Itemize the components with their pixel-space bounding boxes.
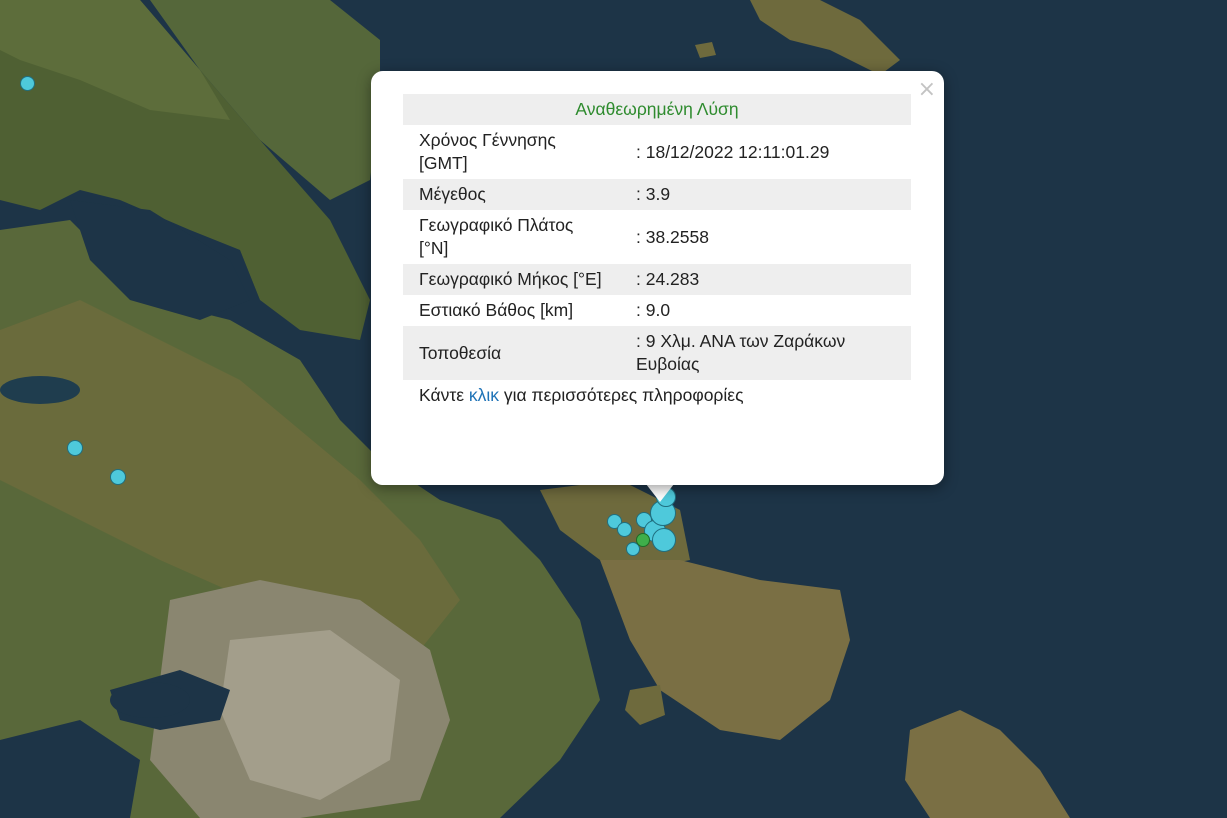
- earthquake-info-popup: × Αναθεωρημένη Λύση Χρόνος Γέννησης [GMT…: [371, 71, 944, 485]
- longitude-label: Γεωγραφικό Μήκος [°E]: [403, 264, 620, 295]
- info-row-origin-time: Χρόνος Γέννησης [GMT] : 18/12/2022 12:11…: [403, 125, 911, 179]
- depth-value: : 9.0: [636, 300, 671, 320]
- magnitude-value: : 3.9: [620, 179, 911, 210]
- close-icon[interactable]: ×: [918, 77, 936, 103]
- location-label: Τοποθεσία: [403, 326, 620, 380]
- origin-time-value: : 18/12/2022 12:11:01.29: [636, 141, 830, 162]
- earthquake-marker[interactable]: [20, 76, 35, 91]
- depth-label: Εστιακό Βάθος [km]: [419, 300, 574, 320]
- popup-tip: [646, 484, 674, 502]
- earthquake-marker[interactable]: [652, 528, 676, 552]
- map-view[interactable]: × Αναθεωρημένη Λύση Χρόνος Γέννησης [GMT…: [0, 0, 1227, 818]
- earthquake-info-table: Αναθεωρημένη Λύση Χρόνος Γέννησης [GMT] …: [403, 94, 911, 411]
- info-row-location: Τοποθεσία : 9 Χλμ. ΑΝΑ των Ζαράκων Ευβοί…: [403, 326, 911, 380]
- more-info-suffix: για περισσότερες πληροφορίες: [499, 385, 744, 405]
- longitude-value: : 24.283: [620, 264, 911, 295]
- earthquake-marker[interactable]: [110, 469, 126, 485]
- popup-heading: Αναθεωρημένη Λύση: [403, 94, 911, 125]
- latitude-value: : 38.2558: [636, 226, 709, 247]
- latitude-label: Γεωγραφικό Πλάτος [°N]: [419, 215, 574, 258]
- more-info-prefix: Κάντε: [419, 385, 469, 405]
- info-row-longitude: Γεωγραφικό Μήκος [°E] : 24.283: [403, 264, 911, 295]
- more-info-text: Κάντε κλικ για περισσότερες πληροφορίες: [403, 380, 911, 411]
- location-value: : 9 Χλμ. ΑΝΑ των Ζαράκων Ευβοίας: [620, 326, 911, 380]
- earthquake-marker[interactable]: [617, 522, 632, 537]
- earthquake-marker[interactable]: [67, 440, 83, 456]
- latest-earthquake-marker[interactable]: [636, 533, 650, 547]
- info-row-magnitude: Μέγεθος : 3.9: [403, 179, 911, 210]
- info-row-depth: Εστιακό Βάθος [km] : 9.0: [403, 295, 911, 326]
- info-row-latitude: Γεωγραφικό Πλάτος [°N] : 38.2558: [403, 210, 911, 264]
- magnitude-label: Μέγεθος: [403, 179, 620, 210]
- origin-time-label: Χρόνος Γέννησης [GMT]: [419, 130, 556, 173]
- more-info-link[interactable]: κλικ: [469, 385, 499, 405]
